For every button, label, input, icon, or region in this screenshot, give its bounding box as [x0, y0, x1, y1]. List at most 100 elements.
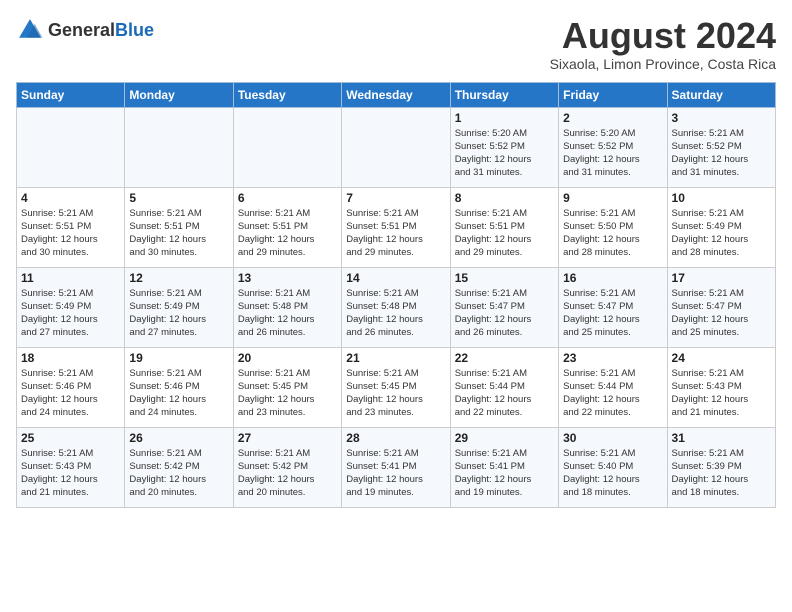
- weekday-header-row: SundayMondayTuesdayWednesdayThursdayFrid…: [17, 82, 776, 107]
- day-info: Sunrise: 5:21 AMSunset: 5:47 PMDaylight:…: [672, 287, 771, 340]
- calendar-cell: 7Sunrise: 5:21 AMSunset: 5:51 PMDaylight…: [342, 187, 450, 267]
- day-info: Sunrise: 5:21 AMSunset: 5:42 PMDaylight:…: [129, 447, 228, 500]
- day-info: Sunrise: 5:21 AMSunset: 5:46 PMDaylight:…: [21, 367, 120, 420]
- day-info: Sunrise: 5:21 AMSunset: 5:42 PMDaylight:…: [238, 447, 337, 500]
- day-info: Sunrise: 5:21 AMSunset: 5:39 PMDaylight:…: [672, 447, 771, 500]
- day-info: Sunrise: 5:21 AMSunset: 5:45 PMDaylight:…: [346, 367, 445, 420]
- title-area: August 2024 Sixaola, Limon Province, Cos…: [550, 16, 776, 72]
- day-info: Sunrise: 5:21 AMSunset: 5:51 PMDaylight:…: [238, 207, 337, 260]
- day-number: 8: [455, 191, 554, 205]
- day-number: 13: [238, 271, 337, 285]
- calendar-cell: 6Sunrise: 5:21 AMSunset: 5:51 PMDaylight…: [233, 187, 341, 267]
- calendar-cell: 29 Sunrise: 5:21 AMSunset: 5:41 PMDayligh…: [450, 427, 558, 507]
- day-info: Sunrise: 5:21 AMSunset: 5:43 PMDaylight:…: [21, 447, 120, 500]
- day-number: 19: [129, 351, 228, 365]
- day-info: Sunrise: 5:21 AMSunset: 5:51 PMDaylight:…: [129, 207, 228, 260]
- day-info: Sunrise: 5:21 AMSunset: 5:51 PMDaylight:…: [346, 207, 445, 260]
- day-number: 29: [455, 431, 554, 445]
- calendar-cell: 2Sunrise: 5:20 AMSunset: 5:52 PMDaylight…: [559, 107, 667, 187]
- day-number: 4: [21, 191, 120, 205]
- day-info: Sunrise: 5:21 AMSunset: 5:48 PMDaylight:…: [238, 287, 337, 340]
- day-number: 31: [672, 431, 771, 445]
- calendar-cell: 26 Sunrise: 5:21 AMSunset: 5:42 PMDayligh…: [125, 427, 233, 507]
- day-info: Sunrise: 5:21 AMSunset: 5:51 PMDaylight:…: [21, 207, 120, 260]
- day-info: Sunrise: 5:21 AMSunset: 5:47 PMDaylight:…: [563, 287, 662, 340]
- calendar-cell: 10 Sunrise: 5:21 AMSunset: 5:49 PMDayligh…: [667, 187, 775, 267]
- calendar-cell: [125, 107, 233, 187]
- calendar-cell: 12 Sunrise: 5:21 AMSunset: 5:49 PMDayligh…: [125, 267, 233, 347]
- page-header: GeneralBlue August 2024 Sixaola, Limon P…: [16, 16, 776, 72]
- calendar-cell: 18 Sunrise: 5:21 AMSunset: 5:46 PMDayligh…: [17, 347, 125, 427]
- calendar-week-row: 25 Sunrise: 5:21 AMSunset: 5:43 PMDayligh…: [17, 427, 776, 507]
- calendar-cell: 16Sunrise: 5:21 AMSunset: 5:47 PMDayligh…: [559, 267, 667, 347]
- calendar-cell: 1 Sunrise: 5:20 AMSunset: 5:52 PMDaylight…: [450, 107, 558, 187]
- weekday-header: Saturday: [667, 82, 775, 107]
- calendar-cell: [17, 107, 125, 187]
- calendar-cell: 4 Sunrise: 5:21 AMSunset: 5:51 PMDaylight…: [17, 187, 125, 267]
- weekday-header: Monday: [125, 82, 233, 107]
- logo-general-text: General: [48, 20, 115, 40]
- day-info: Sunrise: 5:21 AMSunset: 5:40 PMDaylight:…: [563, 447, 662, 500]
- day-info: Sunrise: 5:21 AMSunset: 5:49 PMDaylight:…: [21, 287, 120, 340]
- calendar-cell: 9Sunrise: 5:21 AMSunset: 5:50 PMDaylight…: [559, 187, 667, 267]
- calendar-week-row: 1 Sunrise: 5:20 AMSunset: 5:52 PMDaylight…: [17, 107, 776, 187]
- day-number: 3: [672, 111, 771, 125]
- calendar-cell: 25 Sunrise: 5:21 AMSunset: 5:43 PMDayligh…: [17, 427, 125, 507]
- logo-blue-text: Blue: [115, 20, 154, 40]
- calendar-week-row: 18 Sunrise: 5:21 AMSunset: 5:46 PMDayligh…: [17, 347, 776, 427]
- day-number: 1: [455, 111, 554, 125]
- month-title: August 2024: [550, 16, 776, 56]
- calendar-cell: 13 Sunrise: 5:21 AMSunset: 5:48 PMDayligh…: [233, 267, 341, 347]
- day-info: Sunrise: 5:21 AMSunset: 5:41 PMDaylight:…: [346, 447, 445, 500]
- calendar-cell: 27 Sunrise: 5:21 AMSunset: 5:42 PMDayligh…: [233, 427, 341, 507]
- day-info: Sunrise: 5:21 AMSunset: 5:51 PMDaylight:…: [455, 207, 554, 260]
- weekday-header: Wednesday: [342, 82, 450, 107]
- calendar-cell: 14Sunrise: 5:21 AMSunset: 5:48 PMDayligh…: [342, 267, 450, 347]
- calendar-cell: 15Sunrise: 5:21 AMSunset: 5:47 PMDayligh…: [450, 267, 558, 347]
- day-number: 26: [129, 431, 228, 445]
- calendar-cell: 24 Sunrise: 5:21 AMSunset: 5:43 PMDayligh…: [667, 347, 775, 427]
- day-number: 11: [21, 271, 120, 285]
- calendar-cell: 3Sunrise: 5:21 AMSunset: 5:52 PMDaylight…: [667, 107, 775, 187]
- calendar-cell: 5 Sunrise: 5:21 AMSunset: 5:51 PMDaylight…: [125, 187, 233, 267]
- day-number: 5: [129, 191, 228, 205]
- day-info: Sunrise: 5:21 AMSunset: 5:44 PMDaylight:…: [563, 367, 662, 420]
- calendar-cell: 22Sunrise: 5:21 AMSunset: 5:44 PMDayligh…: [450, 347, 558, 427]
- calendar-cell: 28 Sunrise: 5:21 AMSunset: 5:41 PMDayligh…: [342, 427, 450, 507]
- location-subtitle: Sixaola, Limon Province, Costa Rica: [550, 56, 776, 72]
- day-info: Sunrise: 5:20 AMSunset: 5:52 PMDaylight:…: [455, 127, 554, 180]
- day-number: 18: [21, 351, 120, 365]
- calendar-table: SundayMondayTuesdayWednesdayThursdayFrid…: [16, 82, 776, 508]
- day-number: 20: [238, 351, 337, 365]
- day-info: Sunrise: 5:21 AMSunset: 5:46 PMDaylight:…: [129, 367, 228, 420]
- day-number: 12: [129, 271, 228, 285]
- calendar-cell: 17 Sunrise: 5:21 AMSunset: 5:47 PMDayligh…: [667, 267, 775, 347]
- calendar-cell: 20 Sunrise: 5:21 AMSunset: 5:45 PMDayligh…: [233, 347, 341, 427]
- day-number: 14: [346, 271, 445, 285]
- day-info: Sunrise: 5:21 AMSunset: 5:41 PMDaylight:…: [455, 447, 554, 500]
- calendar-cell: 19 Sunrise: 5:21 AMSunset: 5:46 PMDayligh…: [125, 347, 233, 427]
- day-number: 24: [672, 351, 771, 365]
- day-number: 17: [672, 271, 771, 285]
- calendar-cell: 8 Sunrise: 5:21 AMSunset: 5:51 PMDaylight…: [450, 187, 558, 267]
- weekday-header: Friday: [559, 82, 667, 107]
- day-info: Sunrise: 5:21 AMSunset: 5:45 PMDaylight:…: [238, 367, 337, 420]
- day-number: 28: [346, 431, 445, 445]
- day-number: 30: [563, 431, 662, 445]
- day-number: 15: [455, 271, 554, 285]
- day-number: 9: [563, 191, 662, 205]
- calendar-cell: 21Sunrise: 5:21 AMSunset: 5:45 PMDayligh…: [342, 347, 450, 427]
- calendar-cell: 31 Sunrise: 5:21 AMSunset: 5:39 PMDayligh…: [667, 427, 775, 507]
- weekday-header: Thursday: [450, 82, 558, 107]
- calendar-week-row: 4 Sunrise: 5:21 AMSunset: 5:51 PMDaylight…: [17, 187, 776, 267]
- day-number: 25: [21, 431, 120, 445]
- day-info: Sunrise: 5:21 AMSunset: 5:49 PMDaylight:…: [129, 287, 228, 340]
- calendar-cell: [233, 107, 341, 187]
- day-number: 10: [672, 191, 771, 205]
- day-number: 27: [238, 431, 337, 445]
- day-info: Sunrise: 5:20 AMSunset: 5:52 PMDaylight:…: [563, 127, 662, 180]
- day-info: Sunrise: 5:21 AMSunset: 5:49 PMDaylight:…: [672, 207, 771, 260]
- calendar-cell: [342, 107, 450, 187]
- day-info: Sunrise: 5:21 AMSunset: 5:43 PMDaylight:…: [672, 367, 771, 420]
- day-number: 23: [563, 351, 662, 365]
